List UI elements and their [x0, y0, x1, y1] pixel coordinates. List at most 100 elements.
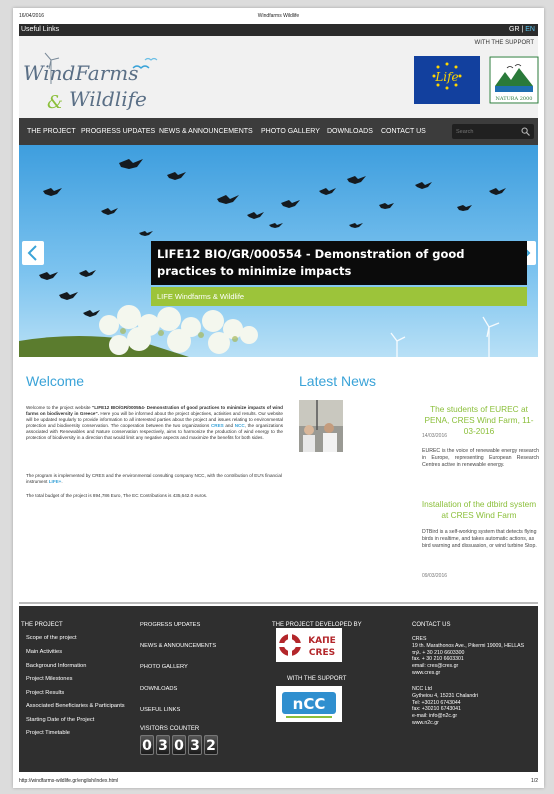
hero-caption: LIFE12 BIO/GR/000554 - Demonstration of …	[151, 241, 527, 285]
footer-link-background[interactable]: Background Information	[26, 663, 86, 669]
search-icon[interactable]	[521, 127, 530, 136]
chevron-left-icon	[27, 245, 37, 261]
counter-digit: 3	[188, 735, 202, 755]
ncc-logo-text: nCC	[293, 695, 326, 713]
footer-link-timetable[interactable]: Project Timetable	[26, 730, 70, 736]
hero-slider: LIFE12 BIO/GR/000554 - Demonstration of …	[19, 145, 538, 357]
hero-subtitle: LIFE Windfarms & Wildlife	[157, 292, 245, 301]
print-header: 16/04/2016 Windfarms Wildlife	[19, 13, 538, 21]
footer-link-results[interactable]: Project Results	[26, 690, 64, 696]
site-header: WindFarms & Wildlife WITH THE SUPPORT Li…	[19, 36, 539, 118]
print-url: http://windfarms-wildlife.gr/english/ind…	[19, 778, 119, 784]
nav-news-announcements[interactable]: NEWS & ANNOUNCEMENTS	[159, 118, 253, 145]
cres-logo[interactable]: ΚΑΠΕ CRES	[276, 628, 342, 662]
visitors-counter-label: VISITORS COUNTER	[140, 726, 200, 732]
contact-ncc-phone: Tel: +30210 6743044	[412, 699, 461, 706]
footer-link-photo-gallery[interactable]: PHOTO GALLERY	[140, 664, 188, 670]
cres-logo-bottom-text: CRES	[309, 648, 335, 658]
welcome-paragraph-2: The program is implemented by CRES and t…	[26, 473, 283, 485]
natura-2000-logo[interactable]: NATURA 2000	[489, 56, 539, 104]
news-item-2-text: DTBird is a self-working system that det…	[422, 529, 537, 549]
footer-link-progress-updates[interactable]: PROGRESS UPDATES	[140, 622, 200, 628]
footer-link-news[interactable]: NEWS & ANNOUNCEMENTS	[140, 643, 216, 649]
footer-project-heading[interactable]: THE PROJECT	[21, 622, 63, 628]
lang-en-link[interactable]: EN	[525, 26, 535, 33]
footer-link-activities[interactable]: Main Activities	[26, 649, 62, 655]
nav-downloads[interactable]: DOWNLOADS	[327, 118, 373, 145]
search-input[interactable]	[456, 124, 516, 139]
site-footer: THE PROJECT Scope of the project Main Ac…	[19, 606, 538, 772]
footer-divider	[19, 602, 538, 604]
welcome-paragraph-1: Welcome to the project website "LIFE12 B…	[26, 405, 283, 442]
contact-cres-phone: τηλ. + 30 210 6603300	[412, 649, 465, 656]
contact-ncc-website[interactable]: www.n2c.gr	[412, 720, 544, 727]
news-thumbnail-photo[interactable]	[299, 400, 343, 452]
latest-news-heading: Latest News	[299, 373, 377, 389]
welcome-heading: Welcome	[26, 373, 85, 389]
nav-the-project[interactable]: THE PROJECT	[27, 118, 76, 145]
cres-logo-top-text: ΚΑΠΕ	[308, 636, 336, 646]
print-page-number: 1/2	[531, 778, 538, 784]
counter-digit: 0	[140, 735, 154, 755]
main-nav: THE PROJECT PROGRESS UPDATES NEWS & ANNO…	[19, 118, 538, 145]
welcome-p1-and: and	[223, 423, 235, 429]
print-title: Windfarms Wildlife	[257, 13, 300, 19]
lang-gr-link[interactable]: GR	[509, 26, 520, 33]
slider-prev-button[interactable]	[22, 241, 44, 265]
news-item-2-title[interactable]: Installation of the dtbird system at CRE…	[419, 499, 539, 521]
footer-link-starting-date[interactable]: Starting Date of the Project	[26, 717, 94, 723]
contact-cres-fax: fax. + 30 210 6603301	[412, 656, 464, 663]
eu-life-logo[interactable]: Life	[414, 56, 480, 104]
footer-link-useful-links[interactable]: USEFUL LINKS	[140, 707, 180, 713]
footer-with-support-label: WITH THE SUPPORT	[287, 676, 347, 682]
contact-ncc-address: Gytheiou 4, 15231 Chalandri	[412, 692, 479, 699]
useful-links-link[interactable]: Useful Links	[21, 24, 59, 36]
natura-logo-text: NATURA 2000	[496, 96, 533, 102]
counter-digit: 2	[204, 735, 218, 755]
eu-life-logo-text: Life	[434, 70, 458, 84]
ncc-logo-graphic: nCC	[282, 692, 336, 718]
logo-wildlife-text: Wildlife	[69, 87, 147, 111]
hero-subtitle-bar: LIFE Windfarms & Wildlife	[151, 287, 527, 306]
logo-windfarms-text: WindFarms	[23, 61, 139, 85]
footer-link-beneficiaries[interactable]: Associated Beneficiaries & Participants	[26, 703, 125, 709]
print-footer: http://windfarms-wildlife.gr/english/ind…	[19, 778, 538, 786]
footer-link-scope[interactable]: Scope of the project	[26, 635, 77, 641]
printed-page: 16/04/2016 Windfarms Wildlife Useful Lin…	[13, 8, 544, 788]
welcome-p2-end: .	[61, 479, 63, 485]
windfarms-wildlife-logo[interactable]: WindFarms & Wildlife	[21, 50, 171, 112]
contact-ncc-name: NCC Ltd	[412, 686, 432, 692]
nav-contact-us[interactable]: CONTACT US	[381, 118, 426, 145]
ncc-logo[interactable]: nCC	[276, 686, 342, 722]
contact-cres-email[interactable]: email: cres@cres.gr	[412, 663, 544, 670]
contact-cres-address: 19 th. Marathonos Ave., Pikermi 19009, H…	[412, 642, 525, 649]
welcome-ncc-link[interactable]: NCC	[235, 423, 245, 428]
nav-progress-updates[interactable]: PROGRESS UPDATES	[81, 118, 155, 145]
contact-cres-name: CRES	[412, 636, 427, 642]
contact-cres-block: CRES 19 th. Marathonos Ave., Pikermi 190…	[412, 636, 544, 677]
news-item-1-date: 14/03/2016	[422, 433, 448, 439]
footer-contact-heading[interactable]: CONTACT US	[412, 622, 450, 628]
welcome-p1-intro: Welcome to the project website	[26, 405, 93, 410]
contact-ncc-fax: fax: +30210 6743041	[412, 706, 461, 713]
support-label: WITH THE SUPPORT	[474, 40, 534, 46]
news-item-2-date: 09/03/2016	[422, 573, 448, 579]
footer-link-downloads[interactable]: DOWNLOADS	[140, 686, 177, 692]
welcome-cres-link[interactable]: CRES	[211, 423, 224, 428]
contact-cres-website[interactable]: www.cres.gr	[412, 670, 544, 677]
counter-digit: 3	[156, 735, 170, 755]
nav-photo-gallery[interactable]: PHOTO GALLERY	[261, 118, 320, 145]
contact-ncc-block: NCC Ltd Gytheiou 4, 15231 Chalandri Tel:…	[412, 686, 544, 727]
cres-logo-graphic: ΚΑΠΕ CRES	[277, 632, 336, 658]
hero-title[interactable]: LIFE12 BIO/GR/000554 - Demonstration of …	[157, 246, 521, 280]
welcome-life-link[interactable]: LIFE+	[49, 479, 62, 484]
welcome-p2-body: The program is implemented by CRES and t…	[26, 473, 282, 485]
contact-ncc-email[interactable]: e-mail: info@n2c.gr	[412, 713, 544, 720]
search-box	[452, 124, 534, 139]
welcome-paragraph-3: The total budget of the project is 894,7…	[26, 493, 208, 498]
news-item-1-text: EUREC is the voice of renewable energy r…	[422, 448, 539, 468]
counter-digit: 0	[172, 735, 186, 755]
visitors-counter: 03032	[140, 735, 220, 755]
utility-bar: Useful Links GR | EN	[19, 24, 538, 36]
footer-link-milestones[interactable]: Project Milestones	[26, 676, 72, 682]
